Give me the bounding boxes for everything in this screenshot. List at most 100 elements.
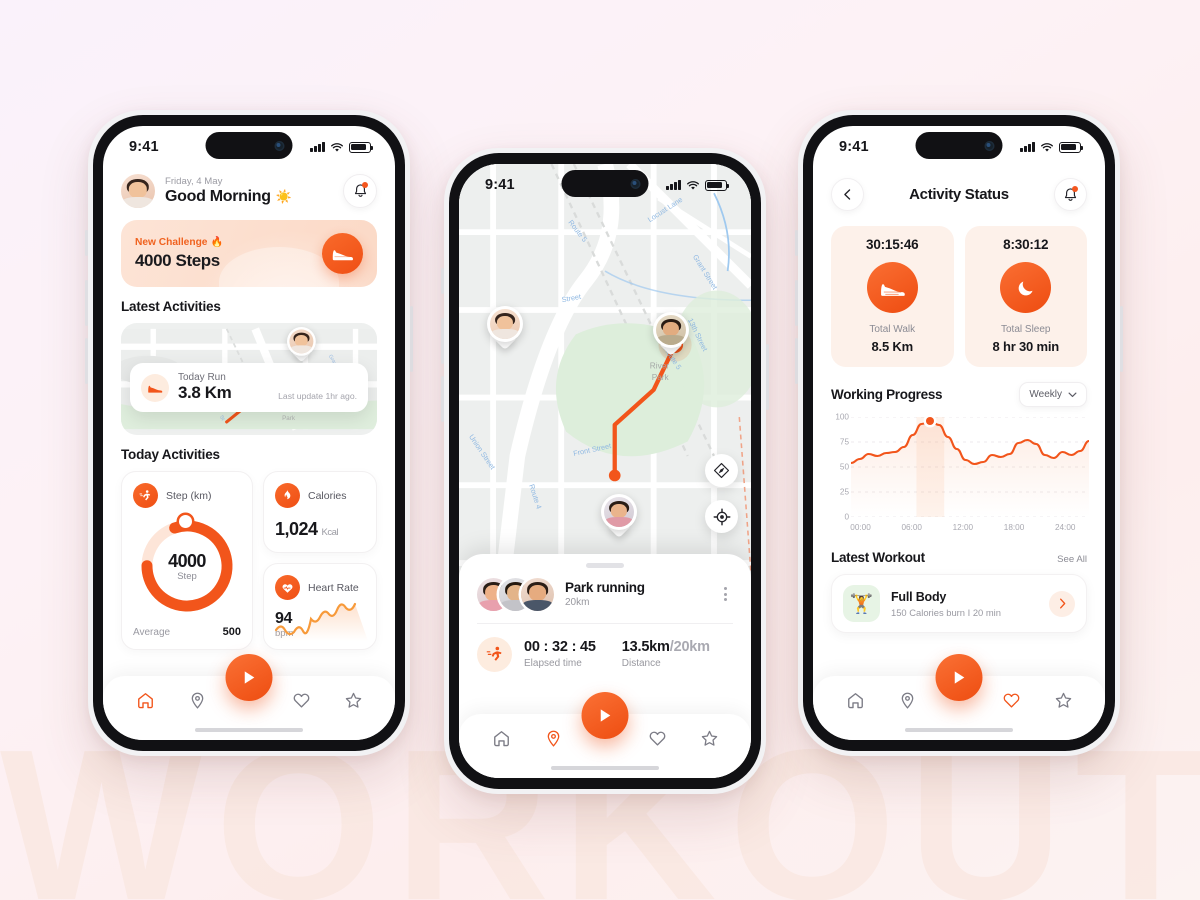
chart-x-tick: 12:00: [952, 523, 974, 532]
play-icon: [954, 671, 965, 684]
latest-activities-title: Latest Activities: [121, 299, 221, 314]
nav-item-starred[interactable]: [338, 685, 368, 715]
notification-bell-button[interactable]: [1054, 178, 1087, 211]
play-icon: [600, 709, 611, 722]
heart-icon: [649, 731, 665, 746]
step-card-label: Step (km): [166, 489, 212, 502]
total-sleep-value: 8 hr 30 min: [992, 339, 1060, 354]
chart-svg: [851, 417, 1089, 517]
calories-card-label: Calories: [308, 489, 347, 502]
nav-item-favorites[interactable]: [642, 723, 672, 753]
chart-y-tick: 75: [839, 437, 849, 447]
start-workout-fab-home[interactable]: [225, 654, 273, 701]
challenge-banner[interactable]: New Challenge 🔥 4000 Steps: [121, 220, 377, 287]
sneaker-icon: [332, 250, 353, 261]
period-filter-dropdown[interactable]: Weekly: [1019, 382, 1087, 407]
dynamic-island: [915, 132, 1003, 159]
cellular-signal-icon: [666, 180, 681, 190]
chart-y-tick: 25: [839, 487, 849, 497]
weightlifter-icon: 🏋️: [843, 585, 880, 622]
back-button[interactable]: [831, 178, 864, 211]
challenge-badge[interactable]: [322, 233, 363, 274]
total-walk-time: 30:15:46: [866, 237, 919, 252]
nav-item-location[interactable]: [538, 723, 568, 753]
running-shoe-icon: [148, 385, 163, 393]
map-pin-runner-3[interactable]: [601, 494, 637, 539]
nav-item-favorites[interactable]: [286, 685, 316, 715]
start-workout-fab-activity[interactable]: [935, 654, 983, 701]
nav-item-home[interactable]: [840, 685, 870, 715]
map-pin-icon: [547, 730, 559, 747]
today-run-card[interactable]: Today Run 3.8 Km Last update 1hr ago.: [130, 363, 368, 412]
map-pin-runner-1[interactable]: [487, 306, 523, 351]
home-icon: [137, 692, 153, 708]
sneaker-badge: [866, 262, 918, 313]
runner-badge: [133, 483, 158, 508]
nav-item-home[interactable]: [130, 685, 160, 715]
heart-rate-card[interactable]: Heart Rate 94 bpm: [263, 563, 377, 650]
runner-badge: [477, 636, 512, 672]
map-compass-button[interactable]: [705, 454, 738, 487]
map-pin-runner-2[interactable]: [653, 312, 689, 357]
home-indicator: [195, 727, 303, 732]
avatar[interactable]: [121, 174, 155, 208]
play-icon: [244, 671, 255, 684]
battery-icon: [705, 179, 730, 191]
chart-x-axis: 00:00 06:00 12:00 18:00 24:00: [850, 521, 1089, 539]
latest-workout-header: Latest Workout See All: [813, 539, 1105, 565]
notification-bell-button[interactable]: [343, 174, 377, 208]
workout-open-button[interactable]: [1049, 590, 1075, 617]
calories-unit: Kcal: [321, 527, 339, 538]
today-activities-cards: Step (km) 4000 Step Average 500 Calories…: [121, 471, 377, 650]
home-icon: [493, 730, 509, 746]
total-walk-label: Total Walk: [869, 324, 916, 335]
nav-item-favorites[interactable]: [996, 685, 1026, 715]
moon-icon: [1018, 281, 1033, 295]
nav-item-starred[interactable]: [1048, 685, 1078, 715]
step-card[interactable]: Step (km) 4000 Step Average 500: [121, 471, 253, 650]
nav-item-home[interactable]: [486, 723, 516, 753]
start-workout-fab-map[interactable]: [581, 692, 629, 739]
calories-card[interactable]: Calories 1,024 Kcal: [263, 471, 377, 553]
map-pin-icon: [191, 692, 203, 709]
front-camera-icon: [274, 140, 285, 151]
working-progress-chart[interactable]: 100 75 50 25 0 00:00 06:00 12:00 18:00 2…: [827, 413, 1091, 539]
activity-status-screen: 9:41 Activity Status 30:15:46 Total Walk…: [813, 126, 1105, 740]
heart-icon: [293, 693, 309, 708]
kebab-menu-icon: [724, 586, 727, 590]
front-camera-icon: [630, 178, 641, 189]
workout-name: Full Body: [891, 589, 947, 604]
map-pin-user[interactable]: [287, 327, 316, 363]
run-value: 3.8 Km: [178, 383, 232, 402]
activity-title: Park running: [565, 580, 645, 595]
dynamic-island: [205, 132, 293, 159]
latest-activity-map-card[interactable]: Park Grant 13th St: [121, 323, 377, 435]
cellular-signal-icon: [1020, 142, 1035, 152]
wifi-icon: [331, 142, 343, 152]
heart-pulse-icon: [282, 583, 293, 593]
nav-item-location[interactable]: [892, 685, 922, 715]
total-sleep-label: Total Sleep: [1001, 324, 1051, 335]
chart-x-tick: 24:00: [1054, 523, 1076, 532]
activity-menu-button[interactable]: [718, 581, 733, 607]
run-label: Today Run: [178, 372, 226, 383]
participant-avatars[interactable]: [477, 577, 554, 611]
workout-list-item[interactable]: 🏋️ Full Body 150 Calories burn I 20 min: [831, 574, 1087, 633]
total-walk-value: 8.5 Km: [871, 339, 914, 354]
total-sleep-card[interactable]: 8:30:12 Total Sleep 8 hr 30 min: [964, 226, 1087, 367]
see-all-link[interactable]: See All: [1057, 554, 1087, 565]
svg-text:River: River: [650, 361, 670, 370]
total-walk-card[interactable]: 30:15:46 Total Walk 8.5 Km: [831, 226, 954, 367]
map-locate-button[interactable]: [705, 500, 738, 533]
svg-text:Park: Park: [652, 373, 670, 382]
step-unit: Step: [177, 570, 197, 582]
moon-badge: [1000, 262, 1052, 313]
nav-item-starred[interactable]: [694, 723, 724, 753]
nav-item-location[interactable]: [182, 685, 212, 715]
map-canvas[interactable]: Route 5 Locust Lane Grant Street 13th St…: [459, 164, 751, 622]
working-progress-header: Working Progress Weekly: [813, 367, 1105, 407]
heart-icon: [1003, 693, 1019, 708]
home-indicator: [551, 765, 659, 770]
page-title: Good Morning ☀️: [165, 188, 292, 206]
notification-badge: [362, 182, 368, 188]
